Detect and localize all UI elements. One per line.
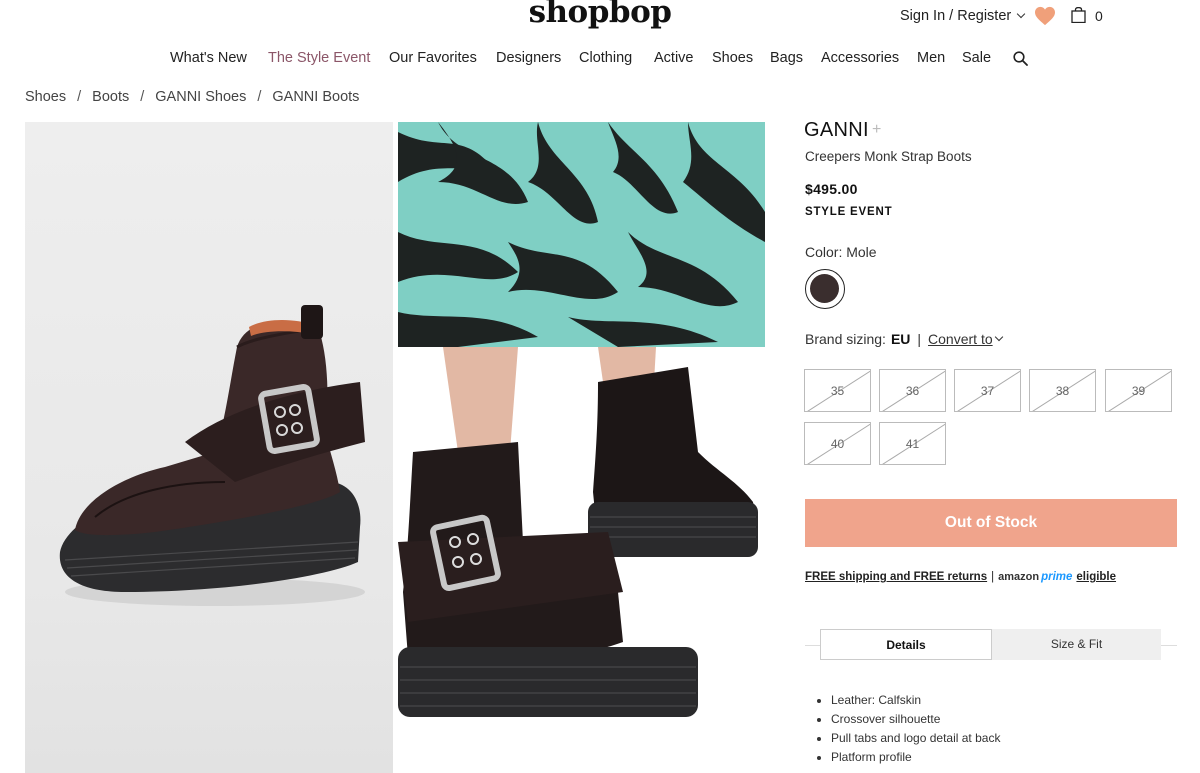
breadcrumb-boots[interactable]: Boots [92,89,129,105]
model-illustration [398,122,765,717]
list-item: Crossover silhouette [831,712,1000,726]
prime-eligible-link[interactable]: eligible [1076,571,1116,583]
product-image-model[interactable] [398,122,765,773]
amazon-logo: amazon [998,571,1040,583]
free-shipping-link[interactable]: FREE shipping and FREE returns [805,571,987,583]
chevron-down-icon [994,332,1003,342]
nav-whats-new[interactable]: What's New [170,50,247,66]
product-name: Creepers Monk Strap Boots [805,149,972,164]
breadcrumb-ganni-boots[interactable]: GANNI Boots [272,89,359,105]
nav-accessories[interactable]: Accessories [821,50,899,66]
sizing-system: EU [890,331,911,347]
nav-sale[interactable]: Sale [962,50,991,66]
boot-illustration [59,305,365,606]
size-option-35[interactable]: 35 [804,369,871,412]
size-label: 35 [830,384,845,398]
size-option-39[interactable]: 39 [1105,369,1172,412]
sizing-separator: | [917,331,922,347]
bag-count: 0 [1095,8,1103,24]
heart-icon[interactable] [1034,6,1056,26]
size-label: 41 [905,437,920,451]
breadcrumb: Shoes / Boots / GANNI Shoes / GANNI Boot… [25,89,359,105]
convert-to-dropdown[interactable]: Convert to [928,331,993,347]
color-swatch-mole[interactable] [805,269,845,309]
size-option-36[interactable]: 36 [879,369,946,412]
nav-men[interactable]: Men [917,50,945,66]
sizing-label: Brand sizing: [805,331,886,347]
swatch-fill [810,274,839,303]
product-price: $495.00 [805,181,858,197]
breadcrumb-separator: / [140,89,145,105]
breadcrumb-ganni-shoes[interactable]: GANNI Shoes [155,89,246,105]
nav-designers[interactable]: Designers [496,50,561,66]
shipping-info: FREE shipping and FREE returns | amazon … [805,571,1116,583]
nav-shoes[interactable]: Shoes [712,50,753,66]
nav-bags[interactable]: Bags [770,50,803,66]
size-label: 36 [905,384,920,398]
size-label: 40 [830,437,845,451]
product-tabs: Details Size & Fit [820,629,1161,660]
chevron-down-icon [1016,9,1026,19]
out-of-stock-button[interactable]: Out of Stock [805,499,1177,547]
size-option-41[interactable]: 41 [879,422,946,465]
brand-plus-icon[interactable]: + [872,121,881,139]
color-label: Color: Mole [805,244,877,260]
nav-active[interactable]: Active [654,50,694,66]
nav-style-event[interactable]: The Style Event [268,50,370,66]
brand-sizing: Brand sizing: EU | Convert to [805,331,1003,347]
product-image-boot[interactable] [25,122,393,773]
list-item: Leather: Calfskin [831,693,1000,707]
nav-clothing[interactable]: Clothing [579,50,632,66]
prime-logo: prime [1041,571,1073,583]
size-label: 37 [980,384,995,398]
size-label: 38 [1055,384,1070,398]
list-item: Platform profile [831,750,1000,764]
style-event-tag: STYLE EVENT [805,206,893,218]
tab-details[interactable]: Details [820,629,992,660]
tab-size-fit[interactable]: Size & Fit [992,629,1161,660]
list-item: Pull tabs and logo detail at back [831,731,1000,745]
breadcrumb-shoes[interactable]: Shoes [25,89,66,105]
sign-in-register-link[interactable]: Sign In / Register [900,8,1026,24]
brand-name[interactable]: GANNI [804,119,869,142]
size-option-37[interactable]: 37 [954,369,1021,412]
size-label: 39 [1131,384,1146,398]
product-details-list: Leather: Calfskin Crossover silhouette P… [831,693,1000,769]
shopping-bag-icon[interactable] [1071,7,1086,23]
shipping-separator: | [991,571,995,583]
search-icon[interactable] [1013,51,1028,66]
account-label: Sign In / Register [900,8,1012,24]
nav-our-favorites[interactable]: Our Favorites [389,50,477,66]
size-option-38[interactable]: 38 [1029,369,1096,412]
size-option-40[interactable]: 40 [804,422,871,465]
breadcrumb-separator: / [77,89,82,105]
breadcrumb-separator: / [257,89,262,105]
